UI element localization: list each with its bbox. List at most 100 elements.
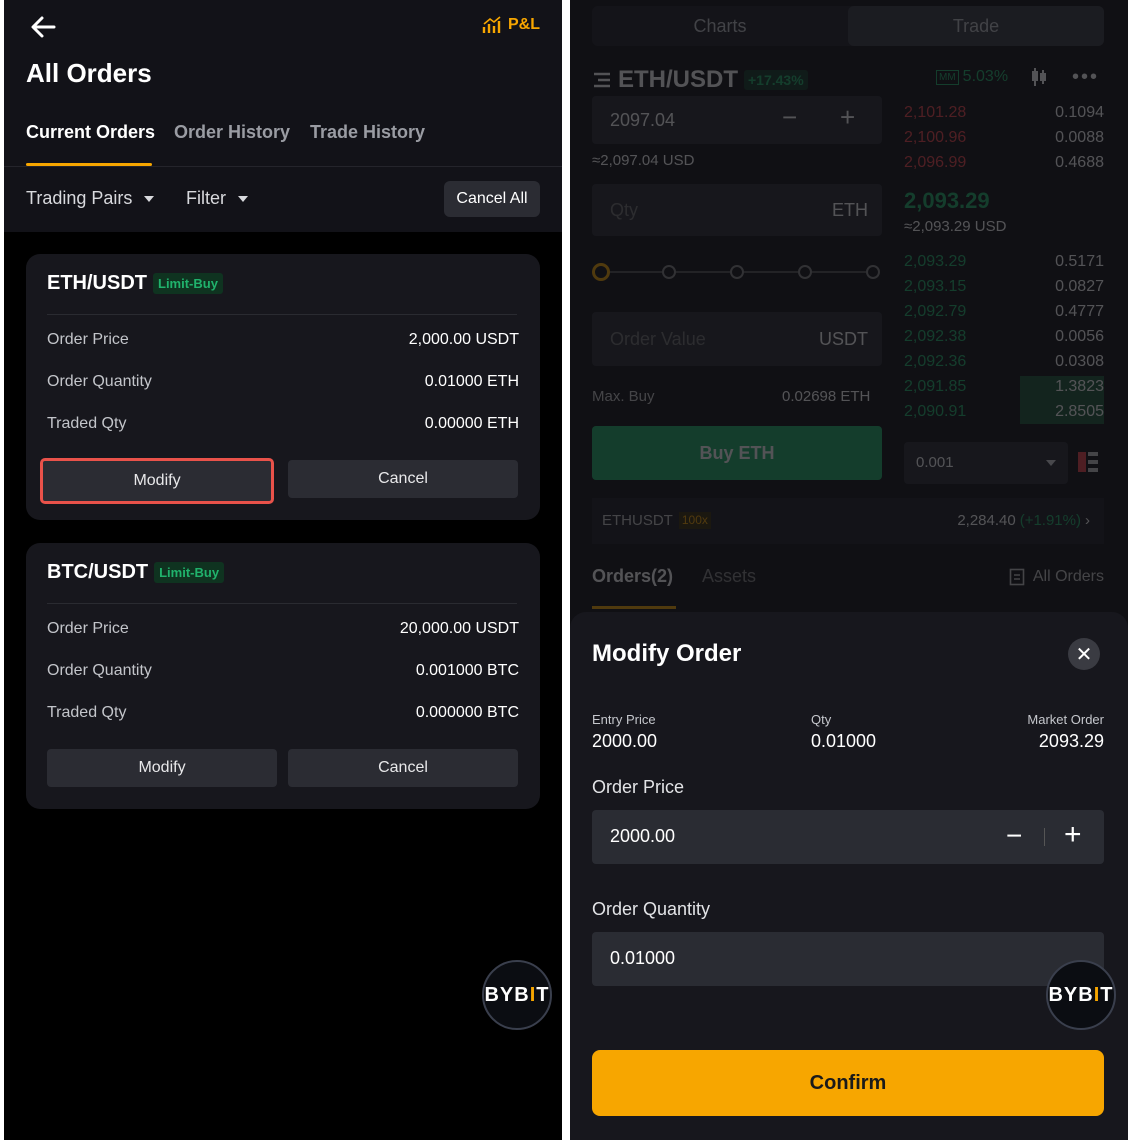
plus-icon[interactable]: + xyxy=(840,102,855,133)
slider-handle[interactable] xyxy=(592,263,610,281)
ask-size: 0.4688 xyxy=(1055,154,1104,171)
bid-size: 2.8505 xyxy=(1055,403,1104,420)
plus-icon[interactable]: + xyxy=(1064,818,1082,852)
tab-assets[interactable]: Assets xyxy=(702,566,756,587)
document-icon xyxy=(1009,568,1025,586)
perp-pair-group: ETHUSDT 100x xyxy=(602,512,711,529)
perp-leverage: 100x xyxy=(678,512,711,529)
order-quantity-label: Order Quantity xyxy=(47,662,152,679)
tab-orders[interactable]: Orders(2) xyxy=(592,566,673,587)
price-change-badge: +17.43% xyxy=(744,70,808,90)
chevron-right-icon: › xyxy=(1085,512,1090,529)
qty-value: 0.01000 xyxy=(811,731,877,751)
chart-candle-icon[interactable] xyxy=(1030,66,1056,88)
buy-eth-button[interactable]: Buy ETH xyxy=(592,426,882,480)
filter-label: Filter xyxy=(186,188,226,208)
ask-size: 0.0088 xyxy=(1055,129,1104,146)
trading-pairs-dropdown[interactable]: Trading Pairs xyxy=(26,188,155,209)
confirm-button[interactable]: Confirm xyxy=(592,1050,1104,1116)
bid-price: 2,091.85 xyxy=(904,378,967,395)
step-select[interactable]: 0.001 xyxy=(904,442,1068,484)
tab-order-history[interactable]: Order History xyxy=(174,122,290,143)
all-orders-label: All Orders xyxy=(1032,568,1104,585)
pair-name: ETH/USDT xyxy=(618,66,738,93)
order-card-btc: BTC/USDT Limit-Buy Order Price 20,000.00 … xyxy=(26,543,540,809)
traded-qty-value: 0.00000 ETH xyxy=(424,415,519,432)
slider-step[interactable] xyxy=(730,265,744,279)
bid-price: 2,090.91 xyxy=(904,403,967,420)
bid-price: 2,092.36 xyxy=(904,353,967,370)
order-quantity-label: Order Quantity xyxy=(47,373,152,390)
bybit-logo-button[interactable]: BYB I T xyxy=(482,960,552,1030)
logo-text-c: T xyxy=(1100,983,1114,1006)
order-pair: ETH/USDT xyxy=(47,272,147,294)
perp-pair: ETHUSDT xyxy=(602,512,673,529)
minus-icon[interactable]: − xyxy=(1006,820,1022,852)
orderbook-layout-icon[interactable] xyxy=(1076,450,1100,474)
logo-text-a: BYB xyxy=(1048,983,1094,1006)
filter-dropdown[interactable]: Filter xyxy=(186,188,248,209)
order-type-badge: Limit-Buy xyxy=(153,273,223,294)
back-arrow-icon[interactable] xyxy=(28,12,58,42)
perp-change: (+1.91%) xyxy=(1019,512,1081,529)
order-price-input[interactable]: 2000.00 − + xyxy=(592,810,1104,864)
orders-tab-indicator xyxy=(592,606,676,609)
mm-value: 5.03% xyxy=(962,68,1009,85)
trade-screen: Charts Trade ETH/USDT +17.43% MM 5.03% •… xyxy=(570,0,1128,1140)
pair-selector[interactable]: ETH/USDT +17.43% xyxy=(592,66,808,94)
order-quantity-input[interactable]: 0.01000 xyxy=(592,932,1104,986)
slider-step[interactable] xyxy=(662,265,676,279)
qty-input[interactable]: Qty ETH xyxy=(592,184,882,236)
last-price: 2,093.29 xyxy=(904,188,990,213)
logo-text-c: T xyxy=(536,983,550,1006)
segment-charts[interactable]: Charts xyxy=(592,16,848,37)
order-quantity-value: 0.001000 BTC xyxy=(415,662,519,679)
order-type-badge: Limit-Buy xyxy=(154,562,225,583)
bid-size: 1.3823 xyxy=(1055,378,1104,395)
close-icon[interactable]: ✕ xyxy=(1068,638,1100,670)
last-price-usd: ≈2,093.29 USD xyxy=(904,218,1007,235)
bid-size: 0.5171 xyxy=(1055,253,1104,270)
perp-price-group: 2,284.40 (+1.91%) › xyxy=(957,512,1090,529)
all-orders-link[interactable]: All Orders xyxy=(1009,568,1104,586)
traded-qty-value: 0.000000 BTC xyxy=(415,704,519,721)
bybit-logo-button[interactable]: BYB I T xyxy=(1046,960,1116,1030)
perp-ticker-bar[interactable]: ETHUSDT 100x 2,284.40 (+1.91%) › xyxy=(592,498,1104,544)
bid-size: 0.4777 xyxy=(1055,303,1104,320)
order-quantity-input-value: 0.01000 xyxy=(610,948,676,968)
logo-text-a: BYB xyxy=(484,983,530,1006)
order-value-input[interactable]: Order Value USDT xyxy=(592,312,882,366)
order-pair: BTC/USDT xyxy=(47,561,149,583)
ask-price: 2,101.28 xyxy=(904,104,967,121)
market-order-label: Market Order xyxy=(1027,712,1104,727)
tab-current-orders[interactable]: Current Orders xyxy=(26,122,155,143)
step-value: 0.001 xyxy=(916,454,954,471)
max-buy-label: Max. Buy xyxy=(592,388,655,405)
price-input[interactable]: 2097.04 − + xyxy=(592,96,882,144)
pnl-button[interactable]: P&L xyxy=(482,16,540,34)
cancel-order-button[interactable]: Cancel xyxy=(288,460,518,498)
slider-step[interactable] xyxy=(798,265,812,279)
order-price-label: Order Price xyxy=(47,620,129,637)
more-icon[interactable]: ••• xyxy=(1072,66,1099,89)
order-price-label: Order Price xyxy=(47,331,129,348)
order-card-eth: ETH/USDT Limit-Buy Order Price 2,000.00 U… xyxy=(26,254,540,520)
bid-size: 0.0056 xyxy=(1055,328,1104,345)
entry-price-value: 2000.00 xyxy=(592,731,658,751)
minus-icon[interactable]: − xyxy=(782,102,797,133)
tab-trade-history[interactable]: Trade History xyxy=(310,122,425,143)
card-divider xyxy=(47,603,517,604)
bid-size: 0.0827 xyxy=(1055,278,1104,295)
modify-button[interactable]: Modify xyxy=(40,458,274,504)
pnl-chart-icon xyxy=(482,16,501,33)
modify-button[interactable]: Modify xyxy=(47,749,277,787)
cancel-order-button[interactable]: Cancel xyxy=(288,749,518,787)
order-quantity-value: 0.01000 ETH xyxy=(424,373,519,390)
bid-price: 2,092.38 xyxy=(904,328,967,345)
cancel-all-button[interactable]: Cancel All xyxy=(444,181,540,217)
segment-trade[interactable]: Trade xyxy=(848,16,1104,37)
order-price-value: 2,000.00 USDT xyxy=(408,331,519,348)
caret-down-icon xyxy=(1046,460,1056,466)
order-price-input-value: 2000.00 xyxy=(610,826,676,846)
slider-step[interactable] xyxy=(866,265,880,279)
